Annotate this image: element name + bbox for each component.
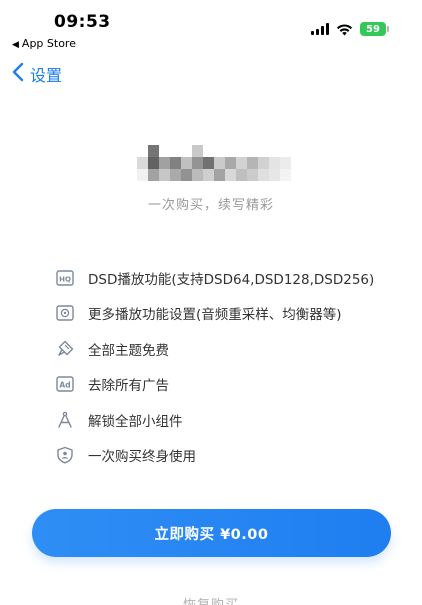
nav-bar: 设置 [0, 62, 422, 92]
status-icons: 59 [311, 20, 389, 38]
feature-item-dsd: HQ DSD播放功能(支持DSD64,DSD128,DSD256) [55, 260, 395, 296]
feature-item-themes: 全部主题免费 [55, 331, 395, 367]
chevron-left-icon [12, 62, 24, 86]
app-title-image [137, 145, 291, 183]
brush-icon [55, 339, 75, 359]
feature-text: DSD播放功能(支持DSD64,DSD128,DSD256) [88, 271, 375, 288]
speaker-icon [55, 303, 75, 323]
feature-item-no-ads: Ad 去除所有广告 [55, 367, 395, 403]
wifi-icon [336, 23, 353, 36]
feature-text: 去除所有广告 [88, 378, 169, 395]
app-screen: 09:53 ◀ App Store 59 设置 一次购买，续写精彩 HQ DSD… [0, 0, 422, 605]
shield-user-icon [55, 445, 75, 465]
feature-item-lifetime: 一次购买终身使用 [55, 438, 395, 474]
feature-text: 一次购买终身使用 [88, 449, 196, 466]
tagline: 一次购买，续写精彩 [147, 198, 274, 213]
settings-back-button[interactable]: 设置 [12, 62, 62, 86]
feature-text: 全部主题免费 [88, 342, 169, 359]
back-to-app-store[interactable]: ◀ App Store [12, 37, 76, 50]
ad-icon: Ad [55, 374, 75, 394]
back-app-label: App Store [21, 37, 76, 50]
feature-item-playback-settings: 更多播放功能设置(音频重采样、均衡器等) [55, 296, 395, 332]
cellular-signal-icon [311, 23, 329, 35]
svg-text:Ad: Ad [59, 381, 70, 390]
status-bar: 09:53 ◀ App Store 59 [0, 0, 422, 56]
back-label: 设置 [30, 66, 63, 85]
hq-icon: HQ [55, 268, 75, 288]
feature-text: 解锁全部小组件 [88, 413, 183, 430]
feature-list: HQ DSD播放功能(支持DSD64,DSD128,DSD256) 更多播放功能… [55, 260, 395, 473]
feature-item-widgets: 解锁全部小组件 [55, 402, 395, 438]
status-time: 09:53 [54, 12, 111, 32]
compass-icon [55, 410, 75, 430]
battery-icon: 59 [360, 22, 389, 36]
svg-text:HQ: HQ [59, 275, 71, 283]
feature-text: 更多播放功能设置(音频重采样、均衡器等) [88, 307, 342, 324]
battery-level: 59 [366, 23, 380, 35]
back-triangle-icon: ◀ [12, 40, 19, 50]
buy-now-button[interactable]: 立即购买 ¥0.00 [32, 509, 391, 557]
restore-purchase-link[interactable]: 恢复购买 [0, 594, 422, 605]
